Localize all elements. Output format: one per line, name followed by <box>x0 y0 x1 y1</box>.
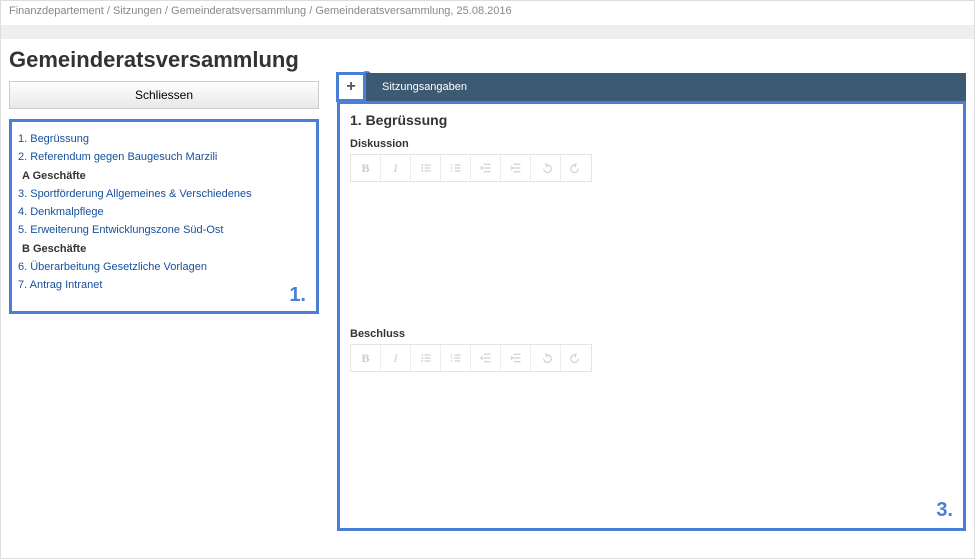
nav-item[interactable]: 6. Überarbeitung Gesetzliche Vorlagen <box>18 258 310 276</box>
outdent-button[interactable] <box>471 155 501 181</box>
editor-section: DiskussionBI <box>350 138 953 316</box>
ordered-list-button[interactable] <box>441 155 471 181</box>
undo-icon <box>540 162 552 174</box>
breadcrumb: Finanzdepartement / Sitzungen / Gemeinde… <box>1 1 974 21</box>
bold-button[interactable]: B <box>351 345 381 371</box>
section-label: Diskussion <box>350 138 953 150</box>
nav-item[interactable]: 5. Erweiterung Entwicklungszone Süd-Ost <box>18 221 310 239</box>
tab-bar: + Sitzungsangaben <box>337 73 966 101</box>
indent-icon <box>510 352 522 364</box>
indent-button[interactable] <box>501 155 531 181</box>
bullet-list-icon <box>420 162 432 174</box>
nav-section-header: A Geschäfte <box>18 166 310 185</box>
italic-icon: I <box>394 161 398 176</box>
nav-item[interactable]: 3. Sportförderung Allgemeines & Verschie… <box>18 185 310 203</box>
redo-icon <box>570 162 582 174</box>
outdent-button[interactable] <box>471 345 501 371</box>
italic-button[interactable]: I <box>381 345 411 371</box>
nav-item[interactable]: 7. Antrag Intranet <box>18 276 310 294</box>
outdent-icon <box>480 162 492 174</box>
editor-body[interactable] <box>350 186 953 316</box>
redo-icon <box>570 352 582 364</box>
agenda-nav: 1. 1. Begrüssung2. Referendum gegen Baug… <box>9 119 319 314</box>
bullet-list-button[interactable] <box>411 155 441 181</box>
item-title: 1. Begrüssung <box>350 112 953 128</box>
app-frame: Finanzdepartement / Sitzungen / Gemeinde… <box>0 0 975 559</box>
editor-body[interactable] <box>350 376 953 506</box>
ordered-list-icon <box>450 162 462 174</box>
grey-bar <box>1 25 974 39</box>
undo-button[interactable] <box>531 345 561 371</box>
indent-button[interactable] <box>501 345 531 371</box>
redo-button[interactable] <box>561 345 591 371</box>
plus-icon: + <box>346 79 355 95</box>
annotation-3: 3. <box>936 499 953 522</box>
nav-section-header: B Geschäfte <box>18 239 310 258</box>
bold-icon: B <box>361 351 369 366</box>
italic-button[interactable]: I <box>381 155 411 181</box>
bold-icon: B <box>361 161 369 176</box>
indent-icon <box>510 162 522 174</box>
section-label: Beschluss <box>350 328 953 340</box>
add-tab-button[interactable]: + <box>336 72 366 102</box>
editor-toolbar: BI <box>350 344 592 372</box>
bullet-list-button[interactable] <box>411 345 441 371</box>
nav-item[interactable]: 4. Denkmalpflege <box>18 203 310 221</box>
undo-icon <box>540 352 552 364</box>
annotation-1: 1. <box>289 284 306 307</box>
ordered-list-icon <box>450 352 462 364</box>
editor-section: BeschlussBI <box>350 328 953 506</box>
undo-button[interactable] <box>531 155 561 181</box>
italic-icon: I <box>394 351 398 366</box>
nav-item[interactable]: 1. Begrüssung <box>18 130 310 148</box>
close-button[interactable]: Schliessen <box>9 81 319 109</box>
bold-button[interactable]: B <box>351 155 381 181</box>
tab-sitzungsangaben[interactable]: Sitzungsangaben <box>366 81 467 93</box>
bullet-list-icon <box>420 352 432 364</box>
editor-area: 1. Begrüssung DiskussionBIBeschlussBI 3. <box>337 101 966 531</box>
redo-button[interactable] <box>561 155 591 181</box>
page-title: Gemeinderatsversammlung <box>9 47 319 73</box>
editor-toolbar: BI <box>350 154 592 182</box>
outdent-icon <box>480 352 492 364</box>
nav-item[interactable]: 2. Referendum gegen Baugesuch Marzili <box>18 148 310 166</box>
ordered-list-button[interactable] <box>441 345 471 371</box>
